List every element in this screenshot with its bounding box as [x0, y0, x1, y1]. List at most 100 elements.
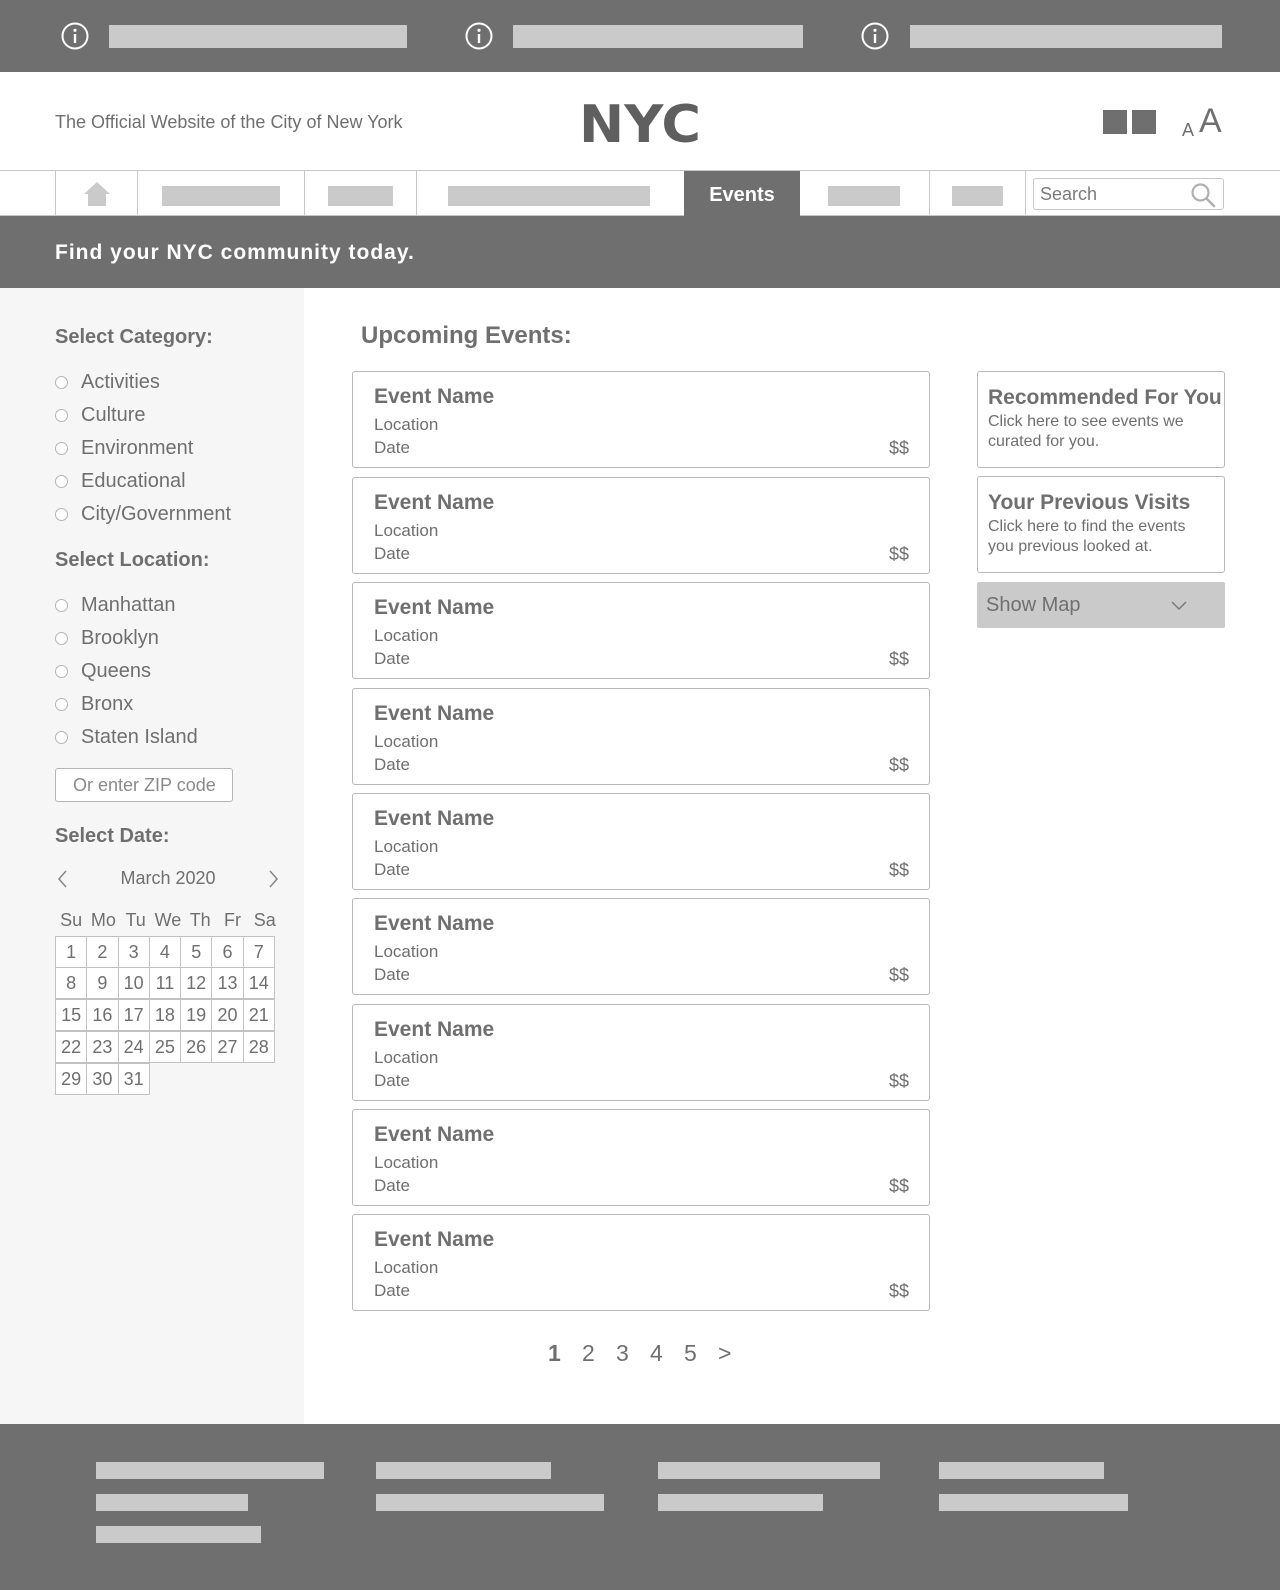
- alert-item-3[interactable]: [861, 22, 1223, 50]
- event-card[interactable]: Event Name Location Date $$: [352, 371, 930, 468]
- calendar-day[interactable]: 18: [148, 999, 182, 1031]
- footer-link[interactable]: [96, 1526, 261, 1543]
- event-card[interactable]: Event Name Location Date $$: [352, 1214, 930, 1311]
- calendar-day[interactable]: 1: [55, 936, 88, 968]
- calendar-day[interactable]: 24: [117, 1031, 150, 1063]
- chevron-right-icon[interactable]: [265, 868, 281, 890]
- radio-button[interactable]: [55, 475, 68, 488]
- weekday-label: Sa: [253, 910, 276, 930]
- calendar-day[interactable]: 11: [148, 967, 182, 999]
- calendar-day[interactable]: 7: [242, 936, 275, 968]
- page-5[interactable]: 5: [684, 1340, 697, 1367]
- font-size-small[interactable]: A: [1182, 120, 1194, 141]
- page-4[interactable]: 4: [650, 1340, 663, 1367]
- search-icon[interactable]: [1190, 182, 1216, 208]
- footer-link[interactable]: [96, 1462, 324, 1479]
- calendar-day[interactable]: 3: [117, 936, 150, 968]
- calendar-day[interactable]: 4: [148, 936, 182, 968]
- page-1[interactable]: 1: [548, 1340, 561, 1367]
- nav-item-3[interactable]: [416, 171, 684, 216]
- calendar-day[interactable]: 8: [55, 967, 88, 999]
- radio-button[interactable]: [55, 442, 68, 455]
- radio-button[interactable]: [55, 508, 68, 521]
- alert-item-1[interactable]: [61, 22, 411, 50]
- calendar-day[interactable]: 12: [180, 967, 213, 999]
- calendar-day[interactable]: 30: [86, 1063, 119, 1095]
- weekday-label: Su: [60, 910, 83, 930]
- nav-item-2[interactable]: [304, 171, 416, 216]
- event-card[interactable]: Event Name Location Date $$: [352, 898, 930, 995]
- calendar-day[interactable]: 31: [117, 1063, 150, 1095]
- translate-icon[interactable]: [1103, 110, 1157, 134]
- site-header: The Official Website of the City of New …: [0, 72, 1280, 170]
- calendar-day[interactable]: 6: [211, 936, 244, 968]
- calendar-day[interactable]: 25: [148, 1031, 182, 1063]
- calendar-day[interactable]: 22: [55, 1031, 88, 1063]
- calendar-day[interactable]: 10: [117, 967, 150, 999]
- event-card[interactable]: Event Name Location Date $$: [352, 1109, 930, 1206]
- nyc-logo[interactable]: NYC: [578, 99, 702, 147]
- calendar-day[interactable]: 16: [86, 999, 119, 1031]
- radio-button[interactable]: [55, 599, 68, 612]
- calendar-day[interactable]: 29: [55, 1063, 88, 1095]
- event-card[interactable]: Event Name Location Date $$: [352, 582, 930, 679]
- nav-item-5[interactable]: [800, 171, 929, 216]
- footer-link[interactable]: [658, 1462, 880, 1479]
- event-price: $$: [888, 1176, 909, 1196]
- calendar-day[interactable]: 9: [86, 967, 119, 999]
- radio-button[interactable]: [55, 376, 68, 389]
- calendar-day[interactable]: 27: [211, 1031, 244, 1063]
- footer-link[interactable]: [939, 1494, 1128, 1511]
- nav-item-1[interactable]: [137, 171, 304, 216]
- radio-button[interactable]: [55, 731, 68, 744]
- filter-sidebar: Select Category: Activities Culture Envi…: [0, 288, 304, 1424]
- radio-button[interactable]: [55, 409, 68, 422]
- event-card[interactable]: Event Name Location Date $$: [352, 477, 930, 574]
- calendar-day[interactable]: 14: [242, 967, 275, 999]
- location-label: Brooklyn: [81, 627, 159, 649]
- site-tagline: The Official Website of the City of New …: [55, 112, 403, 132]
- calendar-day[interactable]: 15: [55, 999, 88, 1031]
- calendar-day[interactable]: 23: [86, 1031, 119, 1063]
- calendar-day[interactable]: 17: [117, 999, 150, 1031]
- event-card[interactable]: Event Name Location Date $$: [352, 688, 930, 785]
- page-3[interactable]: 3: [616, 1340, 629, 1367]
- calendar-day[interactable]: 5: [180, 936, 213, 968]
- font-size-large[interactable]: A: [1199, 102, 1222, 141]
- page-2[interactable]: 2: [582, 1340, 595, 1367]
- footer-link[interactable]: [376, 1462, 551, 1479]
- show-map-dropdown[interactable]: Show Map: [977, 582, 1225, 628]
- footer-link[interactable]: [939, 1462, 1104, 1479]
- chevron-down-icon: [1171, 601, 1187, 611]
- footer-link[interactable]: [96, 1494, 248, 1511]
- calendar-day[interactable]: 26: [180, 1031, 213, 1063]
- radio-button[interactable]: [55, 632, 68, 645]
- event-name: Event Name: [374, 702, 495, 725]
- calendar-day[interactable]: 13: [211, 967, 244, 999]
- next-page-button[interactable]: >: [718, 1340, 731, 1367]
- previous-visits-title: Your Previous Visits: [988, 491, 1191, 514]
- nav-item-6[interactable]: [929, 171, 1025, 216]
- location-label: Manhattan: [81, 594, 176, 616]
- event-card[interactable]: Event Name Location Date $$: [352, 1004, 930, 1101]
- calendar-day[interactable]: 19: [180, 999, 213, 1031]
- calendar-day[interactable]: 28: [242, 1031, 275, 1063]
- alert-item-2[interactable]: [465, 22, 805, 50]
- radio-button[interactable]: [55, 665, 68, 678]
- recommended-card[interactable]: Recommended For You Click here to see ev…: [977, 371, 1225, 468]
- nav-item-events[interactable]: Events: [684, 171, 800, 216]
- event-card[interactable]: Event Name Location Date $$: [352, 793, 930, 890]
- event-price: $$: [888, 755, 909, 775]
- nav-home[interactable]: [55, 171, 137, 216]
- footer-link[interactable]: [658, 1494, 823, 1511]
- zip-code-input[interactable]: [55, 768, 233, 802]
- calendar-day[interactable]: 2: [86, 936, 119, 968]
- footer-link[interactable]: [376, 1494, 604, 1511]
- search-input[interactable]: [1034, 179, 1184, 209]
- weekday-label: Fr: [223, 910, 241, 930]
- radio-button[interactable]: [55, 698, 68, 711]
- calendar-day[interactable]: 21: [242, 999, 275, 1031]
- previous-visits-card[interactable]: Your Previous Visits Click here to find …: [977, 476, 1225, 573]
- calendar-day[interactable]: 20: [211, 999, 244, 1031]
